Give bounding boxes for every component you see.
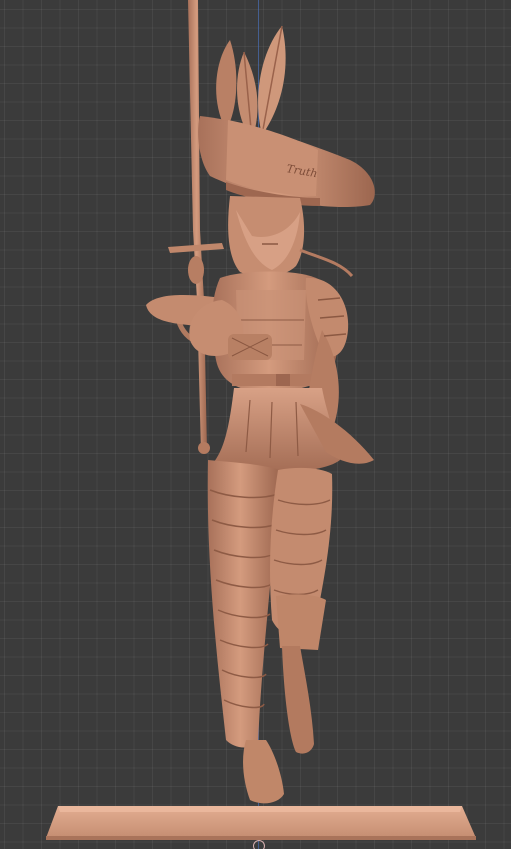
world-origin-marker: [253, 840, 265, 849]
hat: Truth: [198, 116, 375, 207]
base-plinth: [46, 806, 476, 840]
3d-viewport[interactable]: Truth: [0, 0, 511, 849]
model-render[interactable]: Truth: [0, 0, 511, 849]
head: [228, 196, 354, 278]
right-leg: [270, 467, 333, 754]
left-leg: [207, 460, 284, 804]
tassets: [214, 388, 374, 473]
